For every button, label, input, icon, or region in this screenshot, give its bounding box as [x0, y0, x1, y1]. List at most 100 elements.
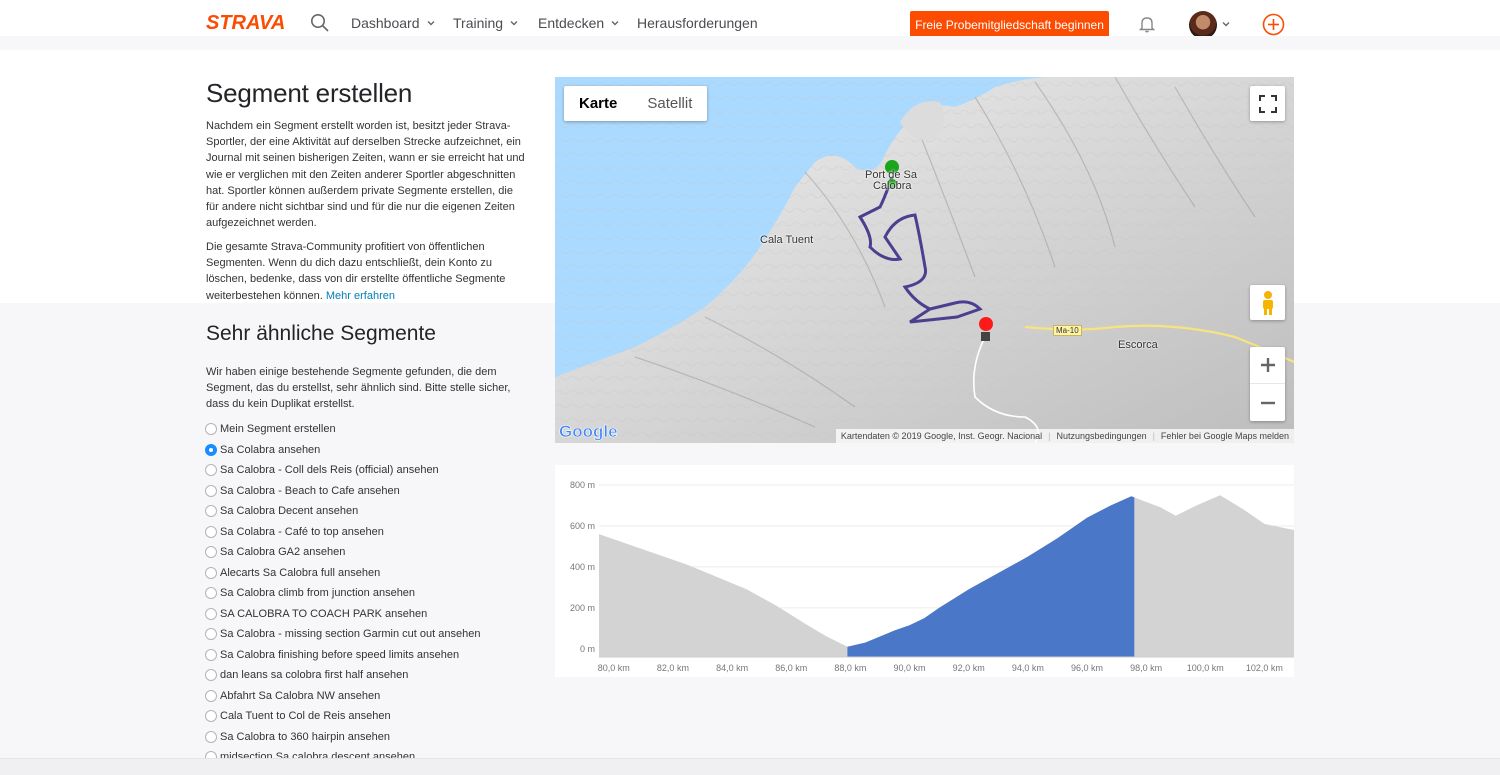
header-separator: [0, 36, 1500, 50]
map-data-credit: Kartendaten © 2019 Google, Inst. Geogr. …: [840, 431, 1043, 441]
x-tick-label: 80,0 km: [598, 663, 630, 673]
segment-option-label: Sa Calobra - missing section Garmin cut …: [220, 628, 481, 640]
y-tick-label: 600 m: [570, 521, 595, 531]
chevron-down-icon[interactable]: [1221, 19, 1231, 29]
segment-option-label: Mein Segment erstellen: [220, 423, 336, 435]
segment-option-label: Sa Colabra - Café to top ansehen: [220, 525, 384, 538]
map[interactable]: Port de Sa Calobra Cala Tuent Escorca Ma…: [555, 77, 1294, 443]
chevron-down-icon: [611, 21, 619, 26]
intro-paragraph-2: Die gesamte Strava-Community profitiert …: [206, 239, 528, 304]
nav-herausforderungen[interactable]: Herausforderungen: [637, 15, 758, 31]
nav-dashboard-label: Dashboard: [351, 15, 420, 31]
segment-option-label: Sa Calobra finishing before speed limits…: [220, 648, 460, 661]
x-tick-label: 88,0 km: [834, 663, 866, 673]
radio-button[interactable]: [205, 443, 217, 456]
segment-option[interactable]: Sa Calobra Decent ansehen: [205, 502, 358, 520]
elevation-chart[interactable]: 800 m 600 m 400 m 200 m 0 m 80,0 km 82,0 km 84,…: [555, 465, 1294, 677]
segment-option-label: Sa Calobra Decent ansehen: [220, 505, 359, 517]
radio-button[interactable]: [205, 669, 217, 681]
segment-option[interactable]: dan leans sa colobra first half ansehen: [205, 666, 408, 684]
place-label-port-2: Calobra: [873, 180, 912, 192]
plus-circle-icon[interactable]: [1262, 13, 1285, 36]
segment-option[interactable]: Alecarts Sa Calobra full ansehen: [205, 564, 380, 582]
radio-button[interactable]: [205, 628, 217, 640]
top-navigation-bar: STRAVA Dashboard Training Entdecken Hera…: [0, 0, 1500, 39]
radio-button[interactable]: [205, 587, 217, 599]
avatar[interactable]: [1189, 11, 1217, 39]
elevation-chart-svg: 800 m 600 m 400 m 200 m 0 m80,0 km 82,0 km 84,…: [570, 480, 1294, 673]
place-label-escorca: Escorca: [1118, 339, 1158, 351]
zoom-in-button[interactable]: [1250, 347, 1285, 384]
strava-logo[interactable]: STRAVA: [206, 11, 292, 33]
fullscreen-button[interactable]: [1250, 86, 1285, 121]
chevron-down-icon: [510, 21, 518, 26]
radio-button[interactable]: [205, 546, 217, 558]
y-tick-label: 400 m: [570, 562, 595, 572]
segment-option[interactable]: Sa Calobra GA2 ansehen: [205, 543, 345, 561]
radio-button[interactable]: [205, 484, 217, 497]
segment-option[interactable]: Sa Colabra ansehen: [205, 441, 320, 459]
bell-icon[interactable]: [1137, 14, 1157, 34]
radio-button[interactable]: [205, 566, 217, 579]
end-marker[interactable]: [979, 317, 993, 331]
nav-training[interactable]: Training: [453, 15, 519, 31]
y-tick-label: 800 m: [570, 480, 595, 490]
segment-option[interactable]: SA CALOBRA TO COACH PARK ansehen: [205, 605, 427, 623]
x-tick-label: 90,0 km: [894, 663, 926, 673]
radio-button[interactable]: [205, 730, 217, 743]
segment-option[interactable]: Abfahrt Sa Calobra NW ansehen: [205, 687, 380, 705]
similar-segments-title: Sehr ähnliche Segmente: [206, 322, 436, 345]
radio-button[interactable]: [205, 464, 217, 476]
pegman-icon: [1262, 290, 1273, 315]
x-tick-label: 96,0 km: [1071, 663, 1103, 673]
segment-option-label: Sa Calobra to 360 hairpin ansehen: [220, 730, 391, 743]
segment-option-label: Sa Calobra climb from junction ansehen: [220, 587, 416, 599]
radio-button[interactable]: [205, 689, 217, 702]
segment-option[interactable]: Sa Calobra - missing section Garmin cut …: [205, 625, 480, 643]
map-terrain: [555, 77, 1294, 443]
x-tick-label: 82,0 km: [657, 663, 689, 673]
segment-option-label: Alecarts Sa Calobra full ansehen: [220, 566, 381, 579]
nav-entdecken[interactable]: Entdecken: [538, 15, 620, 31]
segment-option-label: Cala Tuent to Col de Reis ansehen: [220, 710, 391, 722]
tab-map[interactable]: Karte: [564, 86, 632, 121]
minus-icon: [1260, 401, 1275, 404]
zoom-out-button[interactable]: [1250, 384, 1285, 421]
segment-option-label: Sa Calobra - Coll dels Reis (official) a…: [220, 464, 439, 476]
segment-option[interactable]: Sa Calobra - Beach to Cafe ansehen: [205, 482, 400, 500]
svg-text:STRAVA: STRAVA: [206, 12, 285, 33]
segment-option[interactable]: Sa Calobra - Coll dels Reis (official) a…: [205, 461, 439, 479]
nav-herausforderungen-label: Herausforderungen: [637, 15, 758, 31]
map-attribution: Kartendaten © 2019 Google, Inst. Geogr. …: [835, 429, 1294, 443]
trial-button[interactable]: Freie Probemitgliedschaft beginnen: [910, 11, 1109, 38]
radio-button[interactable]: [205, 710, 217, 722]
segment-option[interactable]: Sa Calobra to 360 hairpin ansehen: [205, 728, 390, 746]
segment-option[interactable]: Cala Tuent to Col de Reis ansehen: [205, 707, 391, 725]
radio-button[interactable]: [205, 525, 217, 538]
y-tick-label: 0 m: [580, 644, 595, 654]
x-tick-label: 100,0 km: [1187, 663, 1224, 673]
road-label-ma10: Ma-10: [1053, 325, 1082, 336]
radio-button[interactable]: [205, 607, 217, 620]
nav-dashboard[interactable]: Dashboard: [351, 15, 436, 31]
terms-link[interactable]: Nutzungsbedingungen: [1057, 431, 1147, 441]
radio-button[interactable]: [205, 423, 217, 435]
google-logo[interactable]: Google: [559, 421, 619, 441]
finish-flag: [981, 332, 990, 341]
learn-more-link[interactable]: Mehr erfahren: [326, 290, 395, 302]
street-view-button[interactable]: [1250, 285, 1285, 320]
segment-option[interactable]: Sa Calobra climb from junction ansehen: [205, 584, 415, 602]
attribution-divider: |: [1152, 431, 1155, 441]
radio-button[interactable]: [205, 648, 217, 661]
segment-option[interactable]: Sa Colabra - Café to top ansehen: [205, 523, 384, 541]
segment-option-label: Sa Calobra - Beach to Cafe ansehen: [220, 484, 400, 497]
segment-option[interactable]: Sa Calobra finishing before speed limits…: [205, 646, 459, 664]
tab-satellite[interactable]: Satellit: [632, 86, 707, 121]
segment-option[interactable]: Mein Segment erstellen: [205, 420, 336, 438]
fullscreen-icon: [1258, 94, 1277, 113]
search-icon[interactable]: [310, 13, 330, 33]
chevron-down-icon: [427, 21, 434, 26]
radio-button[interactable]: [205, 505, 217, 517]
map-type-switch: Karte Satellit: [564, 86, 708, 121]
report-error-link[interactable]: Fehler bei Google Maps melden: [1161, 431, 1289, 441]
